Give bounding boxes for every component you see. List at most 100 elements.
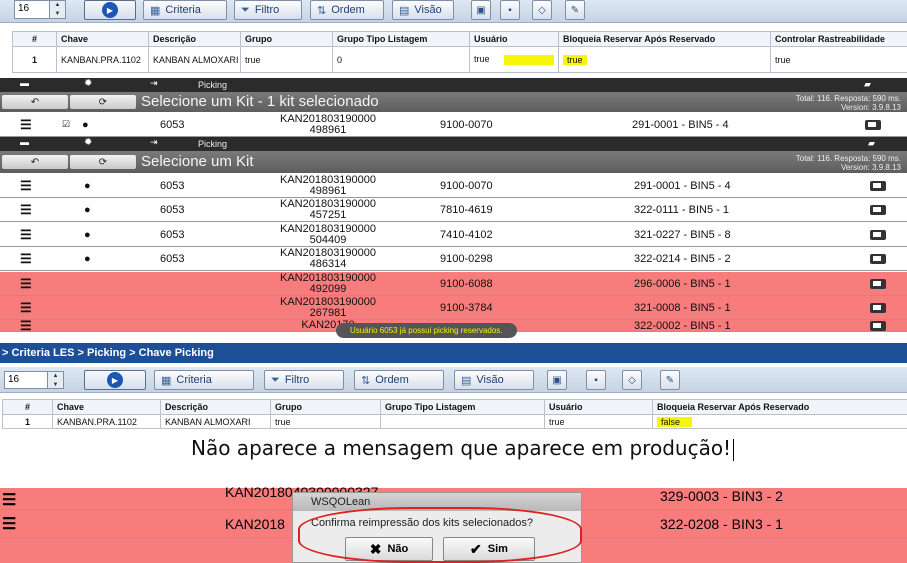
export-icon[interactable]: ▣ (471, 0, 491, 20)
cell-number: 1 (2, 414, 53, 429)
refresh-button[interactable]: ⟳ (70, 155, 136, 169)
criteria-button[interactable]: ▦ Criteria (154, 370, 254, 390)
visao-button[interactable]: ▤ Visão (392, 0, 454, 20)
truck-icon[interactable] (870, 272, 886, 295)
truck-icon[interactable] (870, 223, 886, 246)
page-size-spinner[interactable]: 16 ▲ ▼ (14, 0, 66, 19)
list-icon[interactable]: ☰ (20, 113, 32, 136)
header-row: # Chave Descrição Grupo Grupo Tipo Lista… (12, 31, 907, 47)
list-icon[interactable]: ☰ (20, 223, 32, 246)
app1-tab-picking[interactable]: Picking (198, 78, 227, 92)
row-user: 6053 (160, 179, 185, 192)
col-bloqueia[interactable]: Bloqueia Reservar Após Reservado (558, 31, 771, 47)
col-grupo[interactable]: Grupo (240, 31, 333, 47)
cell-number: 1 (12, 46, 57, 73)
col-usuario[interactable]: Usuário (544, 399, 653, 415)
menu-icon[interactable]: ▬ (20, 78, 29, 88)
row-kanban: KAN201803190000 504409 (258, 223, 398, 246)
app2-tab-picking[interactable]: Picking (198, 137, 227, 151)
table-row[interactable]: 1 KANBAN.PRA.1102 KANBAN ALMOXARI true 0… (12, 46, 907, 73)
gear-icon[interactable]: ✹ (84, 78, 92, 89)
run-button[interactable]: ▶ (84, 370, 146, 390)
back-button[interactable]: ↶ (2, 155, 68, 169)
ordem-button[interactable]: ⇅ Ordem (354, 370, 444, 390)
truck-icon[interactable] (870, 296, 886, 319)
table-row[interactable]: 1 KANBAN.PRA.1102 KANBAN ALMOXARI true t… (2, 414, 907, 429)
list-item[interactable]: ☰ ● 6053 KAN201803190000 504409 7410-4102 321-… (0, 223, 907, 247)
list-item[interactable]: ☰ ☑ ● 6053 KAN201803190000 498961 9100-0… (0, 113, 907, 137)
col-descricao[interactable]: Descrição (148, 31, 241, 47)
user-icon: ● (84, 252, 91, 265)
truck-icon[interactable] (870, 320, 886, 331)
col-grupo-tipo[interactable]: Grupo Tipo Listagem (380, 399, 545, 415)
settings-icon[interactable]: ✎ (660, 370, 680, 390)
run-button[interactable]: ▶ (84, 0, 136, 20)
col-descricao[interactable]: Descrição (160, 399, 271, 415)
page-size-spinner[interactable]: 16 ▲ ▼ (4, 371, 64, 389)
spinner-arrows-icon[interactable]: ▲ ▼ (49, 1, 65, 18)
text-cursor (733, 438, 735, 461)
truck-icon[interactable] (870, 198, 886, 221)
play-icon: ▶ (102, 2, 118, 18)
truck-icon[interactable]: ▰ (868, 138, 875, 149)
gear-icon[interactable]: ✹ (84, 137, 92, 148)
annotation-note: Não aparece a mensagem que aparece em pr… (191, 436, 735, 461)
list-item[interactable]: ☰ KAN201803190000 492099 9100-6088 296-0006 … (0, 272, 907, 296)
visao-label: Visão (414, 4, 442, 16)
list-icon[interactable]: ☰ (2, 490, 16, 510)
kanban-line1: KAN201803190000 (279, 112, 377, 125)
kanban-line2: 486314 (309, 257, 347, 270)
back-button[interactable]: ↶ (2, 95, 68, 109)
breadcrumb[interactable]: > Criteria LES > Picking > Chave Picking (0, 343, 907, 363)
save-icon[interactable]: ▪ (586, 370, 606, 390)
row-bin: 291-0001 - BIN5 - 4 (632, 118, 729, 131)
filtro-button[interactable]: ⏷ Filtro (264, 370, 344, 390)
kanban-line2: 498961 (309, 123, 347, 136)
truck-icon[interactable] (865, 113, 881, 136)
col-grupo-tipo[interactable]: Grupo Tipo Listagem (332, 31, 470, 47)
exit-icon[interactable]: ⇥ (150, 78, 158, 89)
col-rastreabilidade[interactable]: Controlar Rastreabilidade (770, 31, 907, 47)
settings-icon[interactable]: ✎ (565, 0, 585, 20)
cell-grupo: true (270, 414, 381, 429)
list-icon[interactable]: ☰ (20, 174, 32, 197)
exit-icon[interactable]: ⇥ (150, 137, 158, 148)
list-icon[interactable]: ☰ (20, 318, 32, 333)
spinner-arrows-icon[interactable]: ▲ ▼ (47, 372, 63, 388)
list-item[interactable]: ☰ KAN201803190000 267981 9100-3784 321-0008 … (0, 296, 907, 320)
code-icon[interactable]: ◇ (532, 0, 552, 20)
col-bloqueia[interactable]: Bloqueia Reservar Após Reservado (652, 399, 907, 415)
list-icon[interactable]: ☰ (20, 296, 32, 319)
list-icon[interactable]: ☰ (20, 272, 32, 295)
list-icon[interactable]: ☰ (20, 198, 32, 221)
col-grupo[interactable]: Grupo (270, 399, 381, 415)
code-icon[interactable]: ◇ (622, 370, 642, 390)
app2-topbar: ▬ ✹ ⇥ Picking ▰ (0, 137, 907, 151)
truck-icon[interactable]: ▰ (864, 79, 871, 90)
col-usuario[interactable]: Usuário (469, 31, 559, 47)
list-item[interactable]: ☰ ● 6053 KAN201803190000 457251 7810-4619 322-… (0, 198, 907, 222)
list-item[interactable]: ☰ ● 6053 KAN201803190000 486314 9100-0298 322-… (0, 247, 907, 271)
usuario-value: true (474, 54, 490, 65)
visao-button[interactable]: ▤ Visão (454, 370, 534, 390)
checked-icon: ☑ (62, 119, 71, 129)
truck-icon[interactable] (870, 247, 886, 270)
list-icon[interactable]: ☰ (2, 514, 16, 534)
row-user: 6053 (160, 228, 185, 241)
ordem-button[interactable]: ⇅ Ordem (310, 0, 384, 20)
col-chave[interactable]: Chave (56, 31, 149, 47)
user-icon: ● (82, 118, 89, 131)
col-chave[interactable]: Chave (52, 399, 161, 415)
export-icon[interactable]: ▣ (547, 370, 567, 390)
truck-icon[interactable] (870, 174, 886, 197)
list-item[interactable]: ☰ ● 6053 KAN201803190000 498961 9100-0070 291-… (0, 174, 907, 198)
filtro-button[interactable]: ⏷ Filtro (234, 0, 302, 20)
refresh-button[interactable]: ⟳ (70, 95, 136, 109)
list-icon[interactable]: ☰ (20, 247, 32, 270)
save-icon[interactable]: ▪ (500, 0, 520, 20)
user-icon: ● (84, 228, 91, 241)
row-bin: 321-0008 - BIN5 - 1 (634, 301, 731, 314)
criteria-button[interactable]: ▦ Criteria (143, 0, 227, 20)
menu-icon[interactable]: ▬ (20, 137, 29, 147)
row-bin: 321-0227 - BIN5 - 8 (634, 228, 731, 241)
